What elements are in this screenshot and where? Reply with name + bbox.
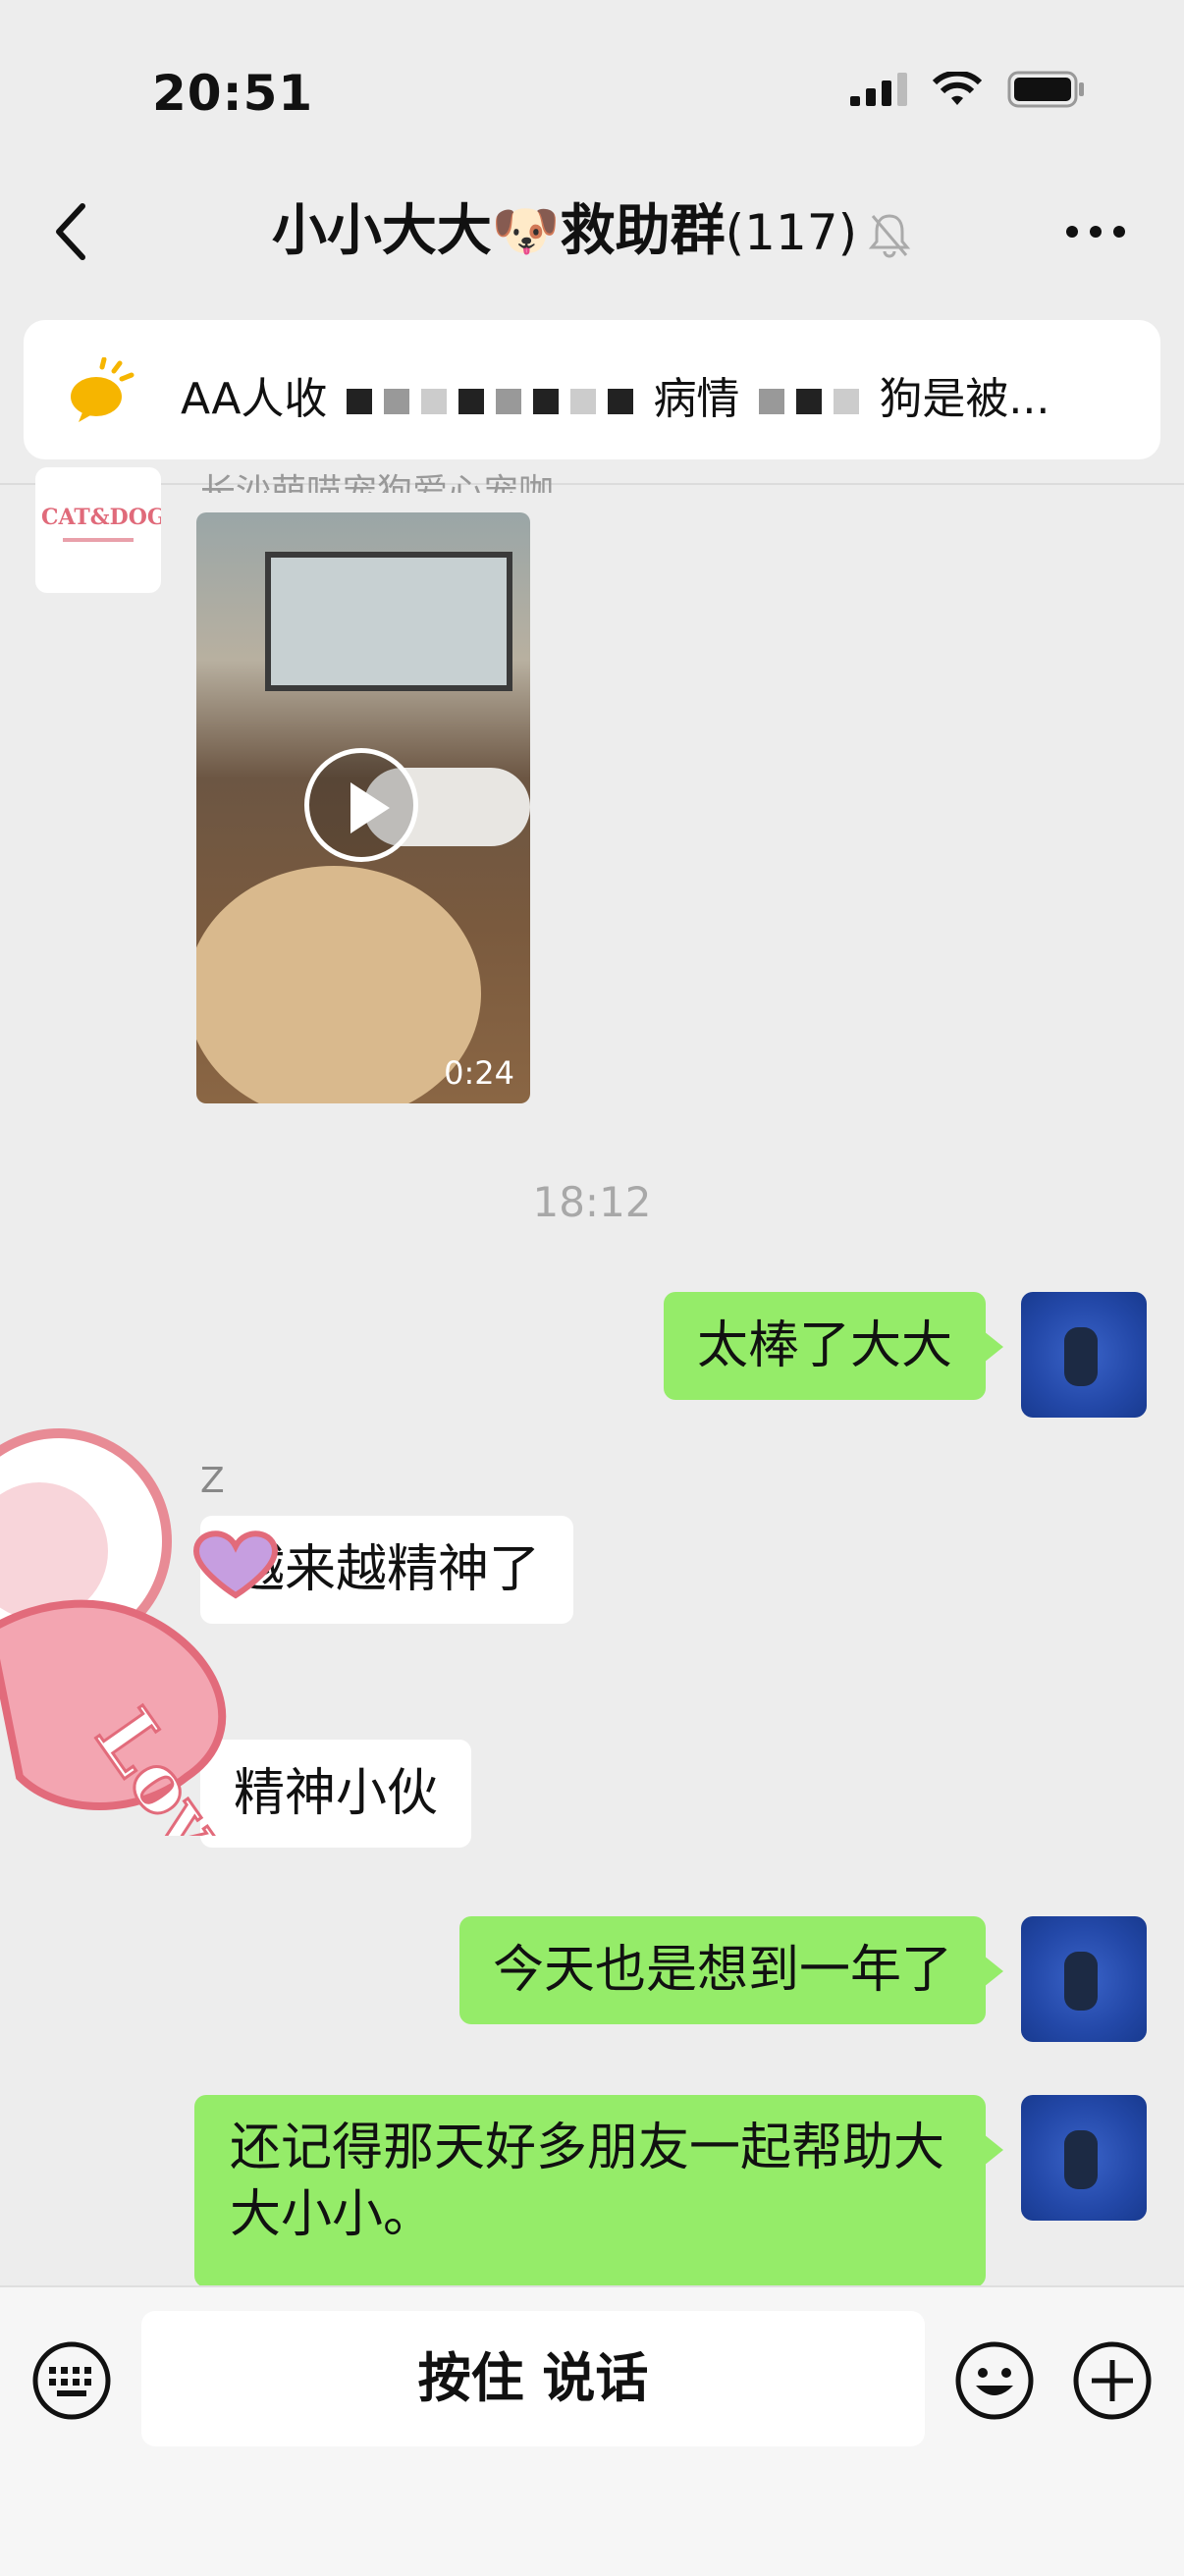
mosaic-block (421, 389, 448, 414)
message-bubble-self[interactable]: 太棒了大大 (663, 1292, 1004, 1400)
avatar-self[interactable] (1021, 1292, 1147, 1418)
emoji-icon[interactable] (954, 2340, 1035, 2421)
video-message[interactable]: 0:24 (196, 512, 530, 1103)
avatar-figure (1064, 1952, 1098, 2011)
chat-title: 小小大大🐶救助群(117) (0, 192, 1184, 272)
mute-bell-icon (868, 214, 911, 258)
wifi-icon (933, 72, 982, 105)
play-icon (350, 782, 390, 833)
plus-icon[interactable] (1072, 2340, 1153, 2421)
video-duration: 0:24 (444, 1054, 514, 1092)
announcement-icon (71, 357, 135, 422)
member-count: (117) (725, 204, 858, 261)
avatar-figure (1064, 1327, 1098, 1386)
mosaic-block (608, 389, 634, 414)
avatar-logo-line (63, 538, 134, 542)
notice-text: AA人收 病情 狗是被... (181, 363, 1143, 426)
more-options-icon[interactable] (1064, 212, 1127, 251)
status-bar: 20:51 (0, 0, 1184, 187)
avatar-figure (1064, 2130, 1098, 2189)
sender-name: 长沙萌喵宠狗爱心宠咖 (200, 472, 555, 493)
avatar-self[interactable] (1021, 1916, 1147, 2042)
input-bar: 按住 说话 (0, 2285, 1184, 2576)
battery-icon (1007, 71, 1084, 108)
notice-text-mid: 病情 (653, 374, 740, 424)
mosaic-block (458, 389, 485, 414)
hold-to-talk-button[interactable]: 按住 说话 (141, 2311, 925, 2446)
group-notice-banner[interactable]: AA人收 病情 狗是被... (24, 320, 1160, 459)
message-timestamp: 18:12 (532, 1178, 652, 1226)
group-name: 小小大大🐶救助群 (271, 199, 726, 263)
mosaic-block (533, 389, 560, 414)
keyboard-icon[interactable] (31, 2340, 112, 2421)
notice-text-start: AA人收 (181, 374, 328, 424)
status-time: 20:51 (152, 65, 314, 122)
mosaic-block (570, 389, 597, 414)
mosaic-block (834, 389, 860, 414)
avatar-self[interactable] (1021, 2095, 1147, 2221)
mosaic-block (496, 389, 522, 414)
mosaic-block (759, 389, 785, 414)
video-window (265, 552, 512, 691)
message-bubble-self[interactable]: 今天也是想到一年了 (458, 1916, 1004, 2024)
play-button[interactable] (304, 748, 418, 862)
mosaic-block (384, 389, 410, 414)
avatar-logo-text: CAT&DOG (41, 505, 161, 530)
avatar[interactable]: CAT&DOG (35, 467, 161, 593)
cellular-signal-icon (850, 73, 907, 106)
status-icons (850, 71, 1086, 108)
mosaic-block (796, 389, 823, 414)
message-bubble-self[interactable]: 还记得那天好多朋友一起帮助大大小小。 (194, 2095, 1003, 2287)
notice-text-end: 狗是被... (879, 374, 1050, 424)
video-dog-shape (196, 866, 481, 1103)
love-sticker: Love (0, 1428, 279, 1836)
mosaic-block (347, 389, 373, 414)
header-divider (0, 483, 1184, 485)
